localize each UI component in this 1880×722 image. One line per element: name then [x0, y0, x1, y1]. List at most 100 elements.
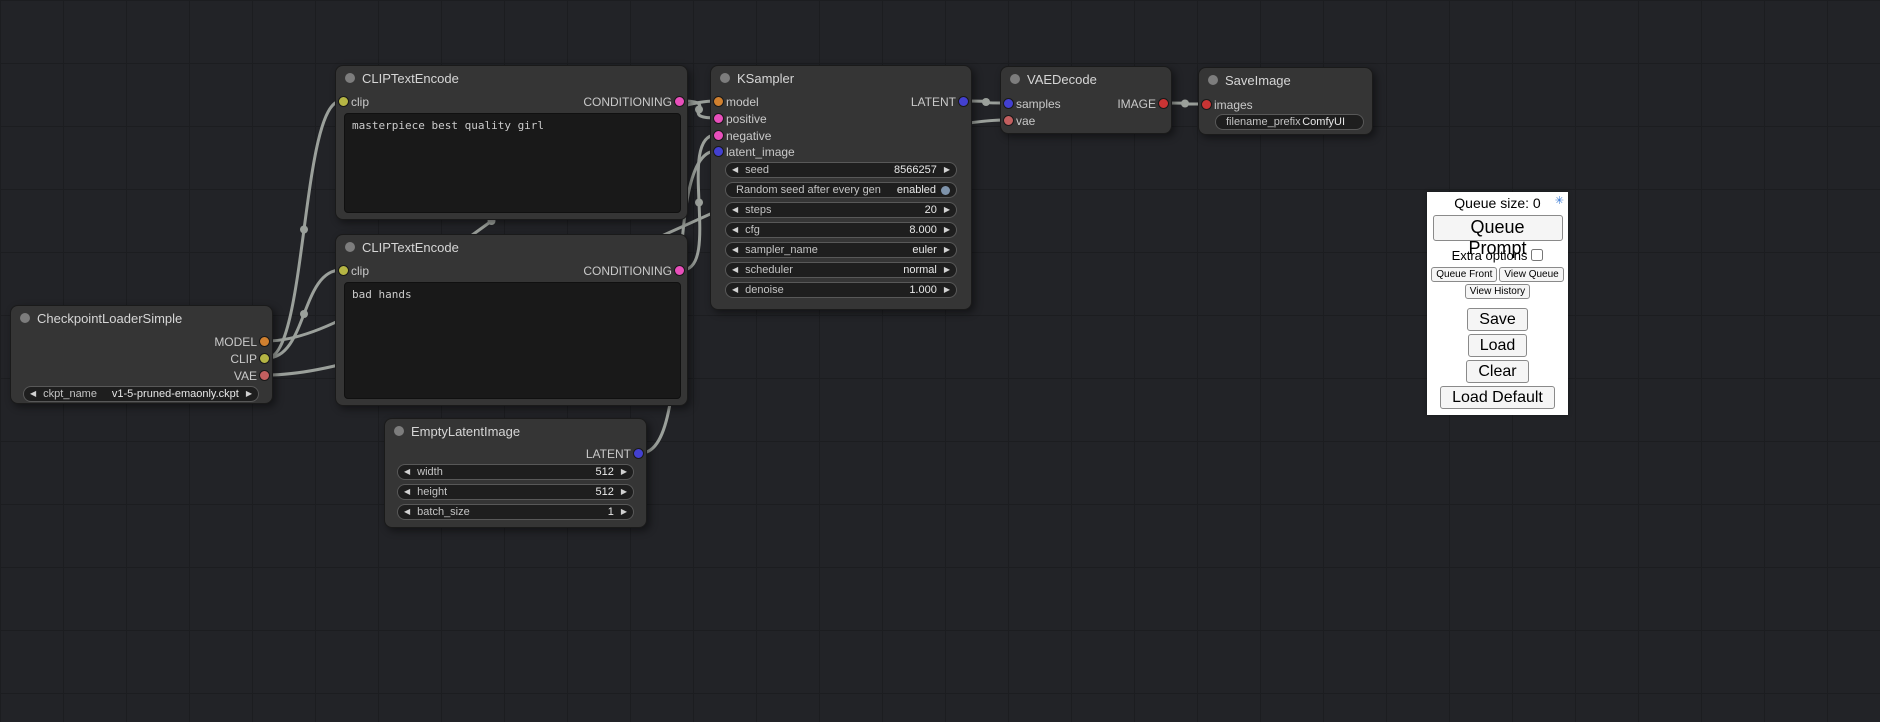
output-dot-model[interactable] — [259, 336, 270, 347]
node-collapse-dot-icon[interactable] — [720, 73, 730, 83]
denoise-number-widget[interactable]: ◀ denoise 1.000 ▶ — [725, 282, 957, 298]
decrement-arrow-icon[interactable]: ◀ — [404, 488, 410, 496]
node-clip-text-encode-negative[interactable]: CLIPTextEncode clip CONDITIONING bad han… — [335, 234, 688, 406]
decrement-arrow-icon[interactable]: ◀ — [732, 166, 738, 174]
output-slot-image[interactable]: IMAGE — [1117, 96, 1171, 112]
output-slot-latent[interactable]: LATENT — [586, 446, 646, 462]
input-dot-clip[interactable] — [338, 96, 349, 107]
output-slot-latent[interactable]: LATENT — [911, 94, 971, 110]
node-clip-text-encode-positive[interactable]: CLIPTextEncode clip CONDITIONING masterp… — [335, 65, 688, 220]
node-title-bar[interactable]: CLIPTextEncode — [336, 66, 687, 90]
node-collapse-dot-icon[interactable] — [345, 242, 355, 252]
increment-arrow-icon[interactable]: ▶ — [621, 468, 627, 476]
save-button[interactable]: Save — [1467, 308, 1527, 331]
node-collapse-dot-icon[interactable] — [1208, 75, 1218, 85]
decrement-arrow-icon[interactable]: ◀ — [404, 508, 410, 516]
output-dot-latent[interactable] — [633, 448, 644, 459]
input-dot-vae[interactable] — [1003, 115, 1014, 126]
input-dot-model[interactable] — [713, 96, 724, 107]
node-collapse-dot-icon[interactable] — [20, 313, 30, 323]
random-seed-toggle-widget[interactable]: Random seed after every gen enabled — [725, 182, 957, 198]
node-ksampler[interactable]: KSampler model positive negative latent_… — [710, 65, 972, 310]
increment-arrow-icon[interactable]: ▶ — [621, 488, 627, 496]
increment-arrow-icon[interactable]: ▶ — [944, 206, 950, 214]
increment-arrow-icon[interactable]: ▶ — [944, 286, 950, 294]
scheduler-combo-widget[interactable]: ◀ scheduler normal ▶ — [725, 262, 957, 278]
node-title-bar[interactable]: CheckpointLoaderSimple — [11, 306, 272, 330]
node-title-bar[interactable]: CLIPTextEncode — [336, 235, 687, 259]
output-slot-conditioning[interactable]: CONDITIONING — [583, 263, 687, 279]
ckpt-name-combo-widget[interactable]: ◀ ckpt_name v1-5-pruned-emaonly.ckpt ▶ — [23, 386, 259, 402]
output-slot-vae[interactable]: VAE — [234, 368, 272, 384]
steps-number-widget[interactable]: ◀ steps 20 ▶ — [725, 202, 957, 218]
cfg-number-widget[interactable]: ◀ cfg 8.000 ▶ — [725, 222, 957, 238]
node-checkpoint-loader-simple[interactable]: CheckpointLoaderSimple MODEL CLIP VAE ◀ … — [10, 305, 273, 404]
positive-prompt-textarea[interactable]: masterpiece best quality girl — [344, 113, 681, 213]
node-save-image[interactable]: SaveImage images filename_prefix ComfyUI — [1198, 67, 1373, 135]
input-dot-latent[interactable] — [713, 146, 724, 157]
input-slot-positive[interactable]: positive — [711, 111, 767, 127]
output-dot-vae[interactable] — [259, 370, 270, 381]
node-vae-decode[interactable]: VAEDecode samples vae IMAGE — [1000, 66, 1172, 134]
width-number-widget[interactable]: ◀ width 512 ▶ — [397, 464, 634, 480]
decrement-arrow-icon[interactable]: ◀ — [404, 468, 410, 476]
input-dot-conditioning[interactable] — [713, 130, 724, 141]
load-default-button[interactable]: Load Default — [1440, 386, 1555, 409]
output-slot-model[interactable]: MODEL — [214, 334, 272, 350]
view-queue-button[interactable]: View Queue — [1499, 267, 1563, 282]
sampler-name-combo-widget[interactable]: ◀ sampler_name euler ▶ — [725, 242, 957, 258]
input-slot-negative[interactable]: negative — [711, 128, 771, 144]
combo-left-arrow-icon[interactable]: ◀ — [30, 390, 36, 398]
seed-number-widget[interactable]: ◀ seed 8566257 ▶ — [725, 162, 957, 178]
input-slot-model[interactable]: model — [711, 94, 759, 110]
increment-arrow-icon[interactable]: ▶ — [944, 226, 950, 234]
increment-arrow-icon[interactable]: ▶ — [621, 508, 627, 516]
increment-arrow-icon[interactable]: ▶ — [944, 166, 950, 174]
output-dot-image[interactable] — [1158, 98, 1169, 109]
input-slot-samples[interactable]: samples — [1001, 96, 1061, 112]
input-slot-vae[interactable]: vae — [1001, 113, 1035, 129]
combo-right-arrow-icon[interactable]: ▶ — [944, 266, 950, 274]
view-history-button[interactable]: View History — [1465, 284, 1530, 299]
height-number-widget[interactable]: ◀ height 512 ▶ — [397, 484, 634, 500]
extra-options-checkbox[interactable] — [1531, 249, 1543, 261]
output-dot-clip[interactable] — [259, 353, 270, 364]
combo-left-arrow-icon[interactable]: ◀ — [732, 246, 738, 254]
output-dot-conditioning[interactable] — [674, 265, 685, 276]
output-dot-latent[interactable] — [958, 96, 969, 107]
node-collapse-dot-icon[interactable] — [394, 426, 404, 436]
node-title-bar[interactable]: SaveImage — [1199, 68, 1372, 92]
toggle-enabled-dot-icon[interactable] — [941, 186, 950, 195]
input-dot-conditioning[interactable] — [713, 113, 724, 124]
input-dot-clip[interactable] — [338, 265, 349, 276]
batch-size-number-widget[interactable]: ◀ batch_size 1 ▶ — [397, 504, 634, 520]
decrement-arrow-icon[interactable]: ◀ — [732, 286, 738, 294]
input-slot-clip[interactable]: clip — [336, 94, 369, 110]
combo-right-arrow-icon[interactable]: ▶ — [944, 246, 950, 254]
node-collapse-dot-icon[interactable] — [345, 73, 355, 83]
output-slot-clip[interactable]: CLIP — [230, 351, 272, 367]
node-collapse-dot-icon[interactable] — [1010, 74, 1020, 84]
combo-left-arrow-icon[interactable]: ◀ — [732, 266, 738, 274]
settings-gear-icon[interactable]: ✳ — [1555, 195, 1564, 208]
queue-front-button[interactable]: Queue Front — [1431, 267, 1497, 282]
queue-prompt-button[interactable]: Queue Prompt — [1433, 215, 1563, 241]
input-slot-latent-image[interactable]: latent_image — [711, 144, 795, 160]
load-button[interactable]: Load — [1468, 334, 1528, 357]
node-title-bar[interactable]: KSampler — [711, 66, 971, 90]
input-dot-latent[interactable] — [1003, 98, 1014, 109]
decrement-arrow-icon[interactable]: ◀ — [732, 206, 738, 214]
output-slot-conditioning[interactable]: CONDITIONING — [583, 94, 687, 110]
output-dot-conditioning[interactable] — [674, 96, 685, 107]
input-slot-images[interactable]: images — [1199, 97, 1253, 113]
node-empty-latent-image[interactable]: EmptyLatentImage LATENT ◀ width 512 ▶ ◀ … — [384, 418, 647, 528]
node-title-bar[interactable]: VAEDecode — [1001, 67, 1171, 91]
input-slot-clip[interactable]: clip — [336, 263, 369, 279]
input-dot-image[interactable] — [1201, 99, 1212, 110]
filename-prefix-text-widget[interactable]: filename_prefix ComfyUI — [1215, 114, 1364, 130]
decrement-arrow-icon[interactable]: ◀ — [732, 226, 738, 234]
clear-button[interactable]: Clear — [1466, 360, 1528, 383]
combo-right-arrow-icon[interactable]: ▶ — [246, 390, 252, 398]
node-title-bar[interactable]: EmptyLatentImage — [385, 419, 646, 443]
negative-prompt-textarea[interactable]: bad hands — [344, 282, 681, 399]
